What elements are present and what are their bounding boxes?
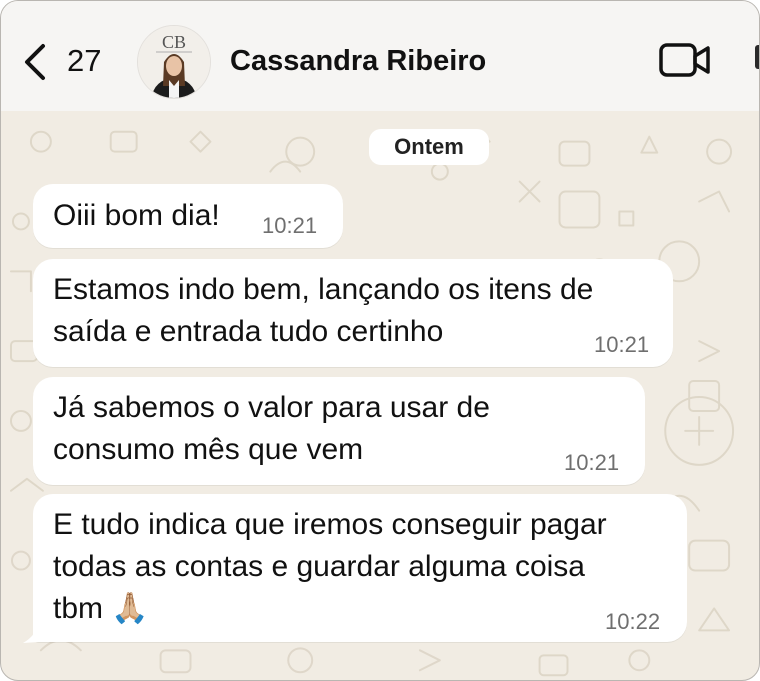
chat-window: 27 CB Cassandra Ribeiro Ontem Oiii bom d… <box>0 0 760 681</box>
chat-header: 27 CB Cassandra Ribeiro <box>1 1 759 111</box>
message-time: 10:22 <box>605 609 661 634</box>
message-text: Oiii bom dia! <box>53 199 220 232</box>
message-text: tbm 🙏🏼 <box>53 592 149 625</box>
avatar-monogram: CB <box>162 32 186 52</box>
header-edge-indicator <box>755 45 759 69</box>
message-bubble[interactable]: Já sabemos o valor para usar de consumo … <box>33 377 645 485</box>
message-time: 10:21 <box>262 213 318 238</box>
profile-photo: CB <box>138 26 210 98</box>
chevron-left-icon <box>25 44 45 80</box>
contact-name[interactable]: Cassandra Ribeiro <box>230 41 486 81</box>
message-time: 10:21 <box>564 450 620 475</box>
video-camera-icon <box>659 43 710 77</box>
date-divider: Ontem <box>369 129 489 165</box>
message-time: 10:21 <box>594 332 650 357</box>
message-bubble[interactable]: E tudo indica que iremos conseguir pagar… <box>33 494 687 642</box>
back-button[interactable] <box>21 37 61 87</box>
video-call-button[interactable] <box>658 42 712 78</box>
message-text: Estamos indo bem, lançando os itens de <box>53 273 594 306</box>
message-text: todas as contas e guardar alguma coisa <box>53 550 585 583</box>
message-text: saída e entrada tudo certinho <box>53 315 444 348</box>
unread-count[interactable]: 27 <box>67 41 101 81</box>
message-bubble[interactable]: Oiii bom dia! 10:21 <box>33 184 343 248</box>
message-text: E tudo indica que iremos conseguir pagar <box>53 508 607 541</box>
message-bubble[interactable]: Estamos indo bem, lançando os itens de s… <box>33 259 673 367</box>
avatar[interactable]: CB <box>137 25 211 99</box>
message-text: Já sabemos o valor para usar de <box>53 391 490 424</box>
bubble-tail <box>23 621 53 643</box>
message-text: consumo mês que vem <box>53 433 364 466</box>
